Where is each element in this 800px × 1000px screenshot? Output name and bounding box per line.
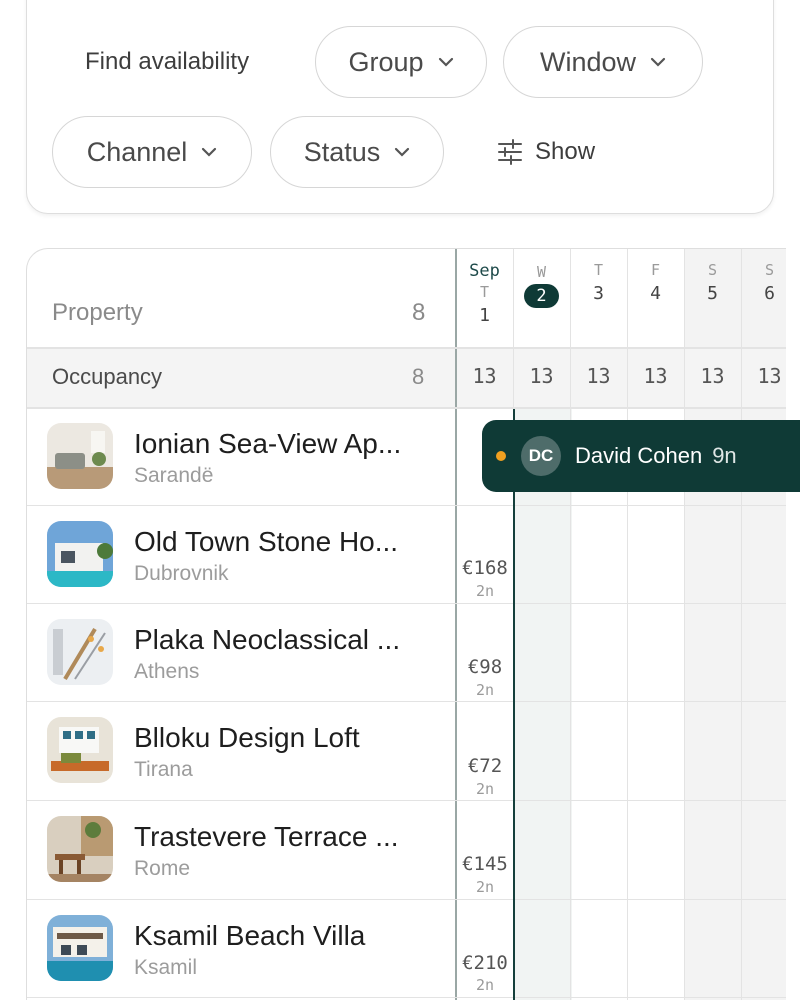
- property-city: Athens: [134, 660, 200, 683]
- property-city: Sarandë: [134, 464, 214, 487]
- property-city: Ksamil: [134, 956, 198, 979]
- nightly-price[interactable]: €72: [455, 755, 515, 777]
- window-dropdown[interactable]: Window: [503, 26, 703, 98]
- today-column-shade: [515, 409, 572, 1000]
- group-dropdown-label: Group: [348, 46, 424, 77]
- property-photo: [47, 619, 113, 685]
- property-column-header[interactable]: Property: [52, 299, 143, 327]
- day-of-week: W: [536, 263, 547, 281]
- day-number: 6: [764, 283, 775, 304]
- property-photo: [47, 423, 113, 489]
- day-header[interactable]: T 3: [570, 261, 627, 307]
- property-city: Dubrovnik: [134, 562, 229, 585]
- occupancy-cell: 13: [529, 364, 554, 388]
- occupancy-cell: 13: [757, 364, 782, 388]
- status-dot-icon: [496, 451, 506, 461]
- property-row[interactable]: Trastevere Terrace ... Rome: [27, 801, 455, 899]
- occupancy-cell: 13: [472, 364, 497, 388]
- group-dropdown[interactable]: Group: [315, 26, 487, 98]
- occupancy-cell: 13: [700, 364, 725, 388]
- property-name: Ksamil Beach Villa: [134, 920, 366, 951]
- min-nights: 2n: [475, 582, 495, 600]
- day-number: 3: [593, 283, 604, 304]
- day-of-week: T: [479, 283, 490, 301]
- property-row[interactable]: Blloku Design Loft Tirana: [27, 702, 455, 800]
- day-of-week: S: [764, 261, 775, 279]
- availability-grid: Property 8 Occupancy 8 Sep T 1 W 2 T 3 F…: [26, 248, 786, 1000]
- chevron-down-icon: [438, 57, 453, 67]
- channel-dropdown-label: Channel: [86, 136, 188, 167]
- day-header[interactable]: S 6: [741, 261, 786, 307]
- channel-dropdown[interactable]: Channel: [52, 116, 252, 188]
- property-photo: [47, 816, 113, 882]
- property-count: 8: [412, 299, 426, 326]
- property-row[interactable]: Plaka Neoclassical ... Athens: [27, 604, 455, 702]
- min-nights: 2n: [475, 681, 495, 699]
- property-name: Trastevere Terrace ...: [134, 821, 399, 852]
- occupancy-cell: 13: [643, 364, 668, 388]
- today-badge: 2: [524, 284, 559, 308]
- month-label: Sep: [469, 261, 500, 281]
- property-city: Rome: [134, 857, 191, 880]
- chevron-down-icon: [395, 147, 410, 157]
- show-options-label: Show: [535, 138, 596, 165]
- min-nights: 2n: [475, 878, 495, 896]
- show-options-button[interactable]: Show: [497, 132, 595, 172]
- nightly-price[interactable]: €98: [455, 656, 515, 678]
- chevron-down-icon: [650, 57, 666, 67]
- property-photo: [47, 915, 113, 981]
- sliders-icon: [498, 139, 522, 165]
- property-photo: [47, 521, 113, 587]
- guest-avatar: DC: [521, 436, 561, 476]
- min-nights: 2n: [475, 780, 495, 798]
- nightly-price[interactable]: €168: [455, 557, 515, 579]
- property-city: Tirana: [134, 758, 193, 781]
- today-marker-line: [513, 409, 515, 1000]
- min-nights: 2n: [475, 976, 495, 994]
- property-row[interactable]: Old Town Stone Ho... Dubrovnik: [27, 506, 455, 604]
- status-dropdown-label: Status: [303, 136, 381, 167]
- occupancy-cell: 13: [586, 364, 611, 388]
- window-dropdown-label: Window: [539, 46, 637, 77]
- day-number: 4: [650, 283, 661, 304]
- day-header-today[interactable]: W 2: [513, 261, 570, 309]
- day-number: 1: [479, 305, 490, 326]
- status-dropdown[interactable]: Status: [270, 116, 444, 188]
- property-name: Blloku Design Loft: [134, 722, 360, 753]
- property-name: Old Town Stone Ho...: [134, 526, 399, 557]
- find-availability-label: Find availability: [85, 48, 250, 75]
- day-of-week: T: [593, 261, 604, 279]
- nightly-price[interactable]: €145: [455, 853, 515, 875]
- chevron-down-icon: [202, 147, 217, 157]
- property-row[interactable]: Ksamil Beach Villa Ksamil: [27, 900, 455, 998]
- day-header[interactable]: S 5: [684, 261, 741, 307]
- day-header[interactable]: Sep T 1: [456, 261, 513, 329]
- day-number: 5: [707, 283, 718, 304]
- booking-nights: 9n: [712, 443, 737, 468]
- day-of-week: F: [650, 261, 661, 279]
- booking-bar[interactable]: DC David Cohen 9n: [482, 420, 800, 492]
- filter-panel: Find availability Group Window Channel S…: [26, 0, 774, 214]
- day-header[interactable]: F 4: [627, 261, 684, 307]
- occupancy-count: 8: [412, 364, 425, 389]
- occupancy-label: Occupancy: [52, 364, 163, 389]
- property-name: Plaka Neoclassical ...: [134, 624, 401, 655]
- property-photo: [47, 717, 113, 783]
- property-name: Ionian Sea-View Ap...: [134, 428, 402, 459]
- day-of-week: S: [707, 261, 718, 279]
- property-row[interactable]: Ionian Sea-View Ap... Sarandë: [27, 408, 455, 506]
- nightly-price[interactable]: €210: [455, 952, 515, 974]
- guest-name: David Cohen: [575, 443, 703, 468]
